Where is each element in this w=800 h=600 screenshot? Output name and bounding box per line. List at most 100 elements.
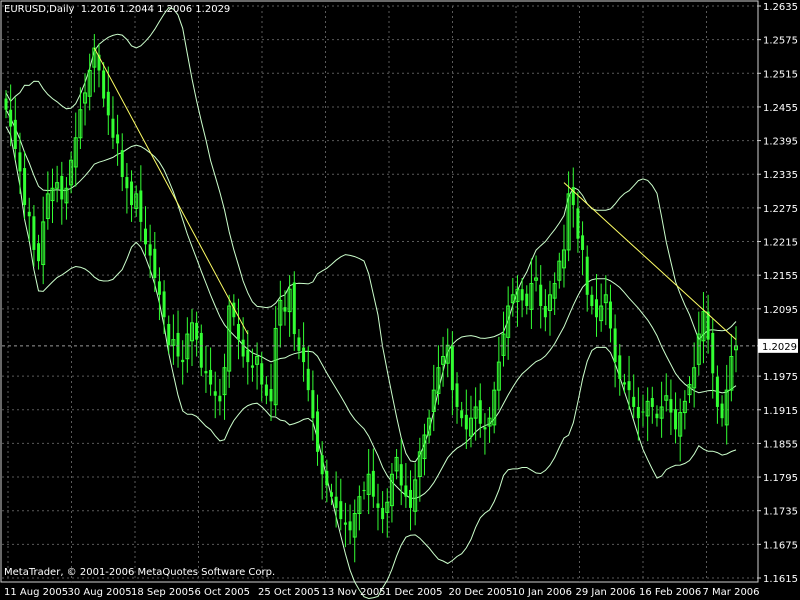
candle-body-down: [339, 501, 343, 520]
candle-body-down: [241, 339, 245, 357]
candle-body-down: [636, 406, 640, 419]
candle-body-down: [260, 363, 264, 385]
candle-body-down: [399, 464, 403, 486]
candle-body-down: [167, 323, 171, 346]
y-tick-label: 1.2455: [763, 103, 798, 114]
candle-body-down: [204, 371, 208, 374]
candle-body-down: [102, 70, 106, 99]
candle-body-down: [246, 349, 250, 363]
candle-body-down: [618, 355, 622, 379]
chart-header: EURUSD,Daily 1.2016 1.2044 1.2006 1.2029: [4, 4, 230, 15]
candle-body-down: [130, 181, 134, 206]
candle-body-down: [362, 489, 366, 492]
candle-body-down: [116, 134, 120, 144]
price-chart[interactable]: 1.2635 1.2575 1.2515 1.2455 1.2395 1.2335 1.22…: [0, 0, 800, 600]
candle-body-down: [306, 368, 310, 391]
y-tick-label: 1.1735: [763, 507, 798, 518]
candle-body-down: [329, 492, 333, 497]
candle-body-down: [176, 332, 180, 357]
ohlc-values: 1.2016 1.2044 1.2006 1.2029: [80, 4, 231, 15]
candle-body-down: [590, 294, 594, 307]
candle-body-down: [650, 397, 654, 407]
candle-body-down: [409, 489, 413, 508]
x-tick-label: 6 Oct 2005: [195, 587, 250, 598]
y-tick-label: 1.1615: [763, 574, 798, 585]
x-tick-label: 29 Jan 2006: [576, 587, 636, 598]
candle-body-down: [404, 485, 408, 497]
x-axis-labels: 11 Aug 2005 30 Aug 2005 18 Sep 2005 6 Oct 2…: [4, 587, 760, 598]
candle-body-down: [181, 359, 185, 363]
candle-body-down: [320, 455, 324, 475]
x-tick-label: 18 Sep 2005: [131, 587, 194, 598]
candle-body-down: [711, 332, 715, 374]
candle-body-down: [292, 282, 296, 335]
candle-body-down: [483, 427, 487, 430]
candle-body-down: [125, 177, 129, 189]
candle-body-down: [585, 256, 589, 295]
candle-body-down: [655, 413, 659, 419]
candle-body-down: [325, 470, 329, 486]
y-tick-label: 1.1915: [763, 406, 798, 417]
chart-background: [0, 0, 800, 600]
candle-body-down: [23, 168, 27, 206]
candle-body-down: [153, 248, 157, 278]
candle-body-down: [143, 228, 147, 245]
candle-body-down: [157, 281, 161, 295]
candle-body-down: [250, 365, 254, 368]
candle-body-down: [715, 376, 719, 407]
y-tick-label: 1.1975: [763, 372, 798, 383]
candle-body-down: [608, 301, 612, 329]
candle-body-down: [455, 383, 459, 407]
candle-body-down: [162, 291, 166, 318]
x-tick-label: 13 Nov 2005: [322, 587, 386, 598]
candle-body-down: [371, 470, 375, 497]
candle-body-down: [450, 345, 454, 391]
candle-body-down: [13, 119, 17, 149]
candle-body-down: [269, 389, 273, 402]
candle-body-down: [209, 369, 213, 385]
candle-body-down: [595, 299, 599, 318]
chart-canvas: 1.2635 1.2575 1.2515 1.2455 1.2395 1.2335 1.22…: [0, 0, 800, 600]
candle-body-down: [195, 322, 199, 340]
candle-body-down: [627, 381, 631, 391]
y-tick-label: 1.2215: [763, 238, 798, 249]
candle-body-down: [376, 503, 380, 508]
candle-body-down: [106, 91, 110, 116]
candle-body-down: [520, 289, 524, 301]
y-tick-label: 1.2635: [763, 2, 798, 13]
y-tick-label: 1.1675: [763, 540, 798, 551]
x-tick-label: 10 Jan 2006: [512, 587, 572, 598]
x-tick-label: 25 Oct 2005: [258, 587, 320, 598]
y-tick-label: 1.2275: [763, 204, 798, 215]
candle-body-down: [264, 384, 268, 396]
candle-body-down: [236, 323, 240, 340]
candle-body-down: [283, 307, 287, 312]
candle-body-down: [343, 522, 347, 525]
candle-body-down: [148, 244, 152, 256]
candle-body-down: [120, 150, 124, 178]
candle-body-down: [669, 399, 673, 413]
candle-body-down: [641, 411, 645, 413]
y-tick-label: 1.2395: [763, 137, 798, 148]
candle-body-down: [139, 190, 143, 222]
candle-body-down: [111, 118, 115, 138]
y-tick-label: 1.2335: [763, 170, 798, 181]
candle-body-down: [60, 175, 64, 200]
last-price-label: 1.2029: [762, 342, 797, 353]
candle-body-down: [297, 337, 301, 351]
candle-body-down: [213, 391, 217, 396]
x-tick-label: 16 Feb 2006: [639, 587, 701, 598]
candle-body-down: [348, 521, 352, 531]
y-tick-label: 1.2515: [763, 69, 798, 80]
candle-body-down: [37, 243, 41, 262]
candle-body-down: [478, 400, 482, 424]
candle-body-down: [4, 98, 8, 110]
candle-body-down: [720, 403, 724, 419]
candle-body-down: [613, 328, 617, 363]
copyright-text: MetaTrader, © 2001-2006 MetaQuotes Softw…: [4, 567, 276, 578]
candle-body-down: [9, 109, 13, 127]
symbol-label: EURUSD,Daily: [4, 4, 75, 15]
candle-body-down: [581, 235, 585, 250]
x-tick-label: 11 Aug 2005: [4, 587, 68, 598]
candle-body-down: [302, 347, 306, 363]
